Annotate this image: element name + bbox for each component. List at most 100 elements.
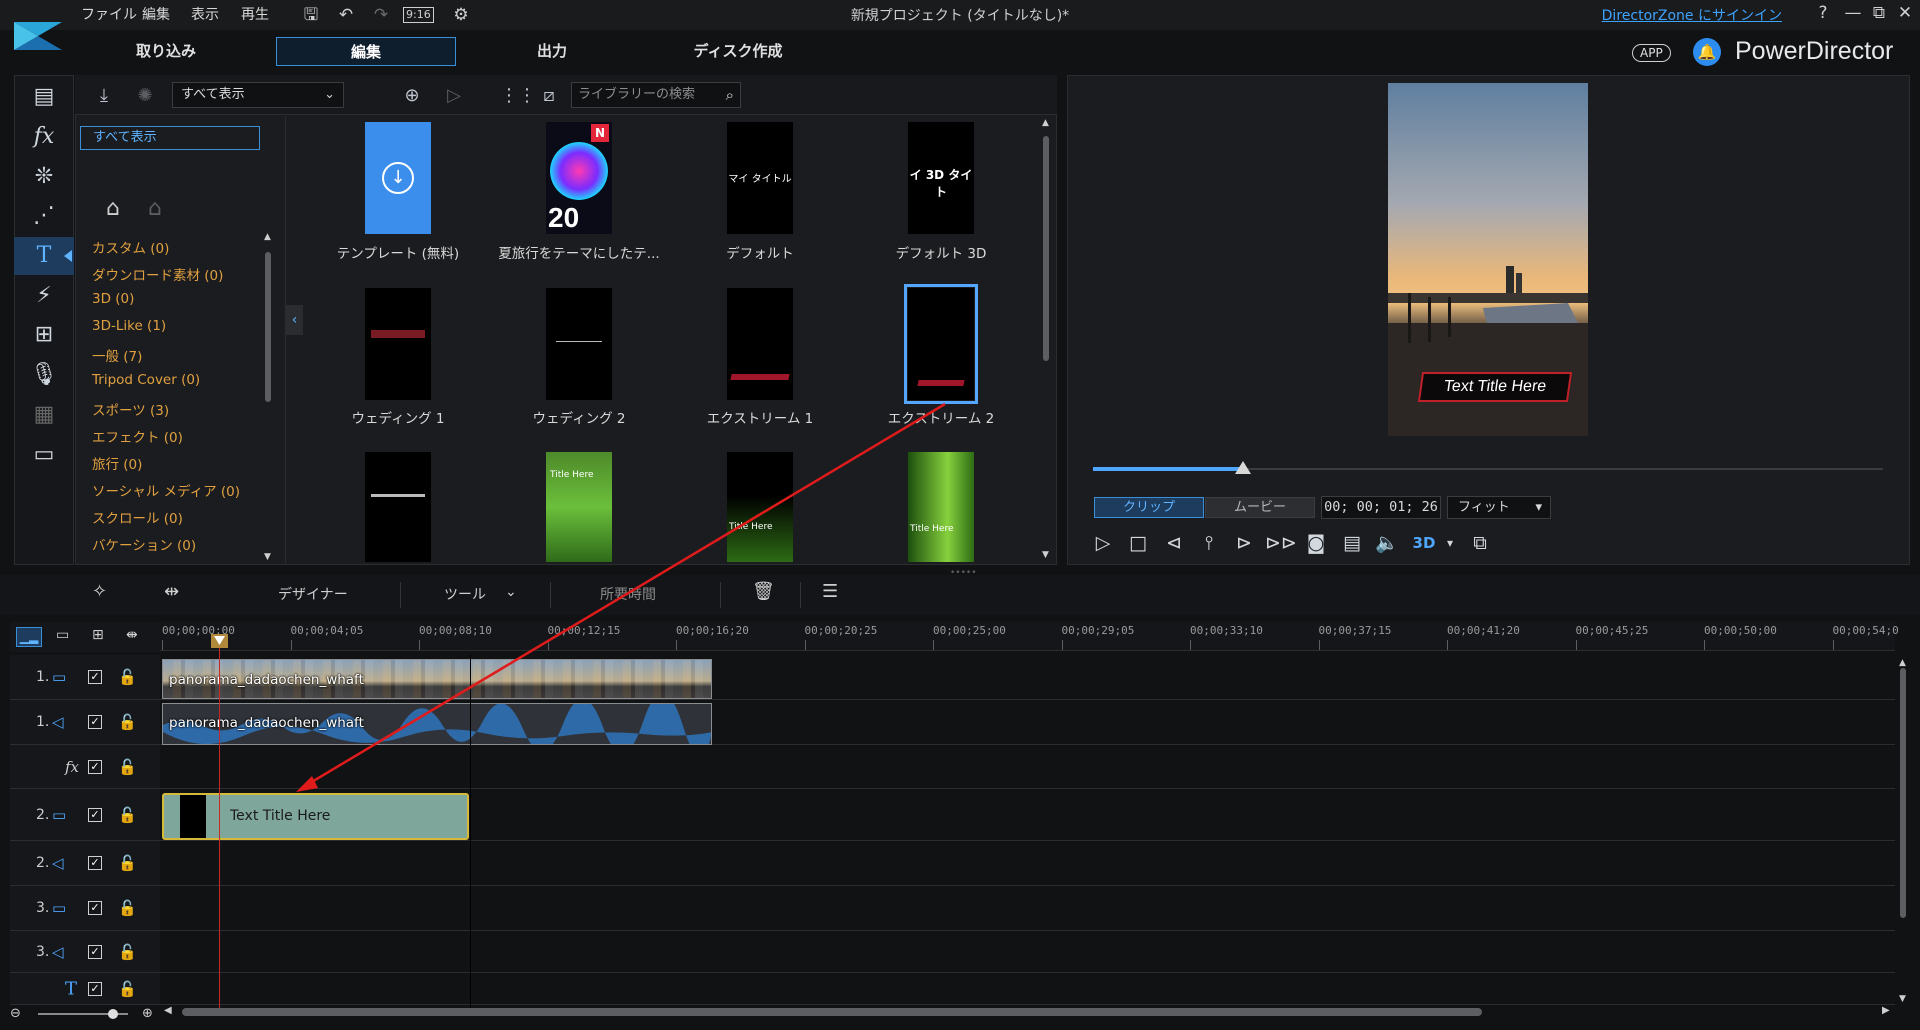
lock-icon[interactable]: 🔓 — [118, 943, 137, 961]
delete-trash-icon[interactable]: 🗑 — [752, 581, 775, 602]
menu-edit[interactable]: 編集 — [142, 4, 170, 24]
category-item[interactable]: バケーション (0) — [92, 534, 196, 554]
previous-frame-icon[interactable]: ⊲ — [1160, 530, 1188, 556]
notification-bell-icon[interactable]: 🔔 — [1693, 38, 1721, 66]
tab-produce[interactable]: 出力 — [462, 37, 642, 66]
designer-button[interactable]: デザイナー — [278, 584, 348, 604]
timecode-display[interactable]: 00; 00; 01; 26 — [1321, 496, 1441, 519]
lock-icon[interactable]: 🔓 — [118, 668, 137, 686]
preview-title-overlay[interactable]: Text Title Here — [1417, 372, 1573, 402]
track-enable-checkbox[interactable]: ✓ — [88, 981, 102, 996]
media-room-icon[interactable]: ▤ — [14, 78, 74, 116]
audio-clip[interactable]: panorama_dadaochen_whaft — [162, 703, 712, 745]
track-manager-icon[interactable]: ⊞ — [92, 627, 104, 643]
play-icon[interactable]: ▷ — [1089, 530, 1117, 556]
settings-gear-icon[interactable]: ⚙ — [450, 4, 472, 26]
storyboard-view-icon[interactable]: ▭ — [56, 627, 69, 643]
add-tag-icon[interactable]: ⌂ — [106, 196, 120, 221]
next-frame-icon[interactable]: ⊳ — [1230, 530, 1258, 556]
tab-import[interactable]: 取り込み — [76, 37, 256, 66]
grid-view-icon[interactable]: ⋮⋮ — [500, 84, 536, 108]
video-clip[interactable]: panorama_dadaochen_whaft — [162, 659, 712, 699]
template-grid-scrollbar[interactable]: ▲ ▼ — [1040, 118, 1052, 562]
external-display-icon[interactable]: ⧉ — [1466, 530, 1494, 556]
track-video-3[interactable] — [160, 886, 1895, 931]
template-thumbnail[interactable]: マイ タイトル — [727, 122, 793, 234]
track-fx[interactable] — [160, 745, 1895, 789]
import-media-icon[interactable]: ⤓ — [92, 84, 116, 108]
playhead-handle[interactable] — [211, 634, 228, 648]
subtitle-toggle-icon[interactable]: ▤ — [1338, 530, 1366, 556]
new-template-icon[interactable]: ⊕ — [400, 84, 424, 108]
audio-mixing-icon[interactable]: ⊞ — [14, 316, 74, 354]
download-content-icon[interactable]: ✺ — [133, 84, 157, 108]
clip-properties-icon[interactable]: ☰ — [822, 581, 838, 602]
template-thumbnail[interactable] — [727, 288, 793, 400]
zoom-out-icon[interactable]: ⊖ — [10, 1006, 21, 1021]
chapter-room-icon[interactable]: ▦ — [14, 396, 74, 434]
menu-play[interactable]: 再生 — [241, 4, 269, 24]
template-thumbnail[interactable] — [365, 288, 431, 400]
category-item[interactable]: スクロール (0) — [92, 507, 183, 527]
tools-menu-button[interactable]: ツール — [444, 584, 486, 604]
library-filter-select[interactable]: すべて表示 ⌄ — [172, 82, 344, 108]
category-item[interactable]: 一般 (7) — [92, 345, 142, 365]
close-button[interactable]: ✕ — [1892, 3, 1918, 27]
category-item[interactable]: エフェクト (0) — [92, 426, 183, 446]
zoom-slider-knob[interactable] — [108, 1009, 118, 1019]
timeline-horizontal-scrollbar[interactable]: ◀ ▶ — [160, 1005, 1895, 1019]
voice-over-icon[interactable]: 🎙 — [14, 356, 74, 394]
effects-room-icon[interactable]: fx — [14, 118, 74, 156]
template-thumbnail[interactable]: Title Here — [727, 452, 793, 562]
lock-icon[interactable]: 🔓 — [118, 980, 137, 998]
lock-icon[interactable]: 🔓 — [118, 713, 137, 731]
track-title[interactable] — [160, 973, 1895, 1005]
magic-tools-icon[interactable]: ✧ — [92, 581, 107, 602]
category-item[interactable]: 3D-Like (1) — [92, 318, 166, 334]
collapse-panel-button[interactable]: ‹ — [286, 305, 303, 335]
stop-icon[interactable]: □ — [1124, 530, 1152, 556]
fast-forward-icon[interactable]: ⊳⊳ — [1265, 530, 1297, 556]
template-thumbnail[interactable]: イ 3D タイト — [908, 122, 974, 234]
track-audio-2[interactable] — [160, 841, 1895, 886]
category-item[interactable]: スポーツ (3) — [92, 399, 169, 419]
preview-scrub-handle[interactable] — [1235, 461, 1252, 474]
title-clip[interactable]: Text Title Here — [162, 793, 469, 840]
search-icon[interactable]: ⌕ — [726, 83, 734, 107]
lock-icon[interactable]: 🔓 — [118, 899, 137, 917]
pip-objects-icon[interactable]: ❊ — [14, 158, 74, 196]
thumbnail-size-icon[interactable]: ⧄ — [537, 84, 561, 108]
split-icon[interactable]: ⫯ — [1195, 530, 1223, 556]
track-enable-checkbox[interactable]: ✓ — [88, 901, 102, 915]
help-button[interactable]: ? — [1810, 3, 1836, 27]
track-audio-3[interactable] — [160, 931, 1895, 973]
chevron-down-icon[interactable]: ⌄ — [505, 584, 517, 600]
timeline-view-icon[interactable]: ▁▂ — [16, 627, 42, 647]
category-item[interactable]: Tripod Cover (0) — [92, 372, 200, 388]
particle-room-icon[interactable]: ⋰ — [14, 197, 74, 235]
minimize-button[interactable]: — — [1840, 3, 1866, 27]
panel-resize-handle[interactable]: ••••• — [950, 568, 977, 578]
category-item[interactable]: ソーシャル メディア (0) — [92, 480, 240, 500]
directorzone-signin-link[interactable]: DirectorZone にサインイン — [1602, 5, 1782, 25]
template-thumbnail[interactable] — [365, 452, 431, 562]
lock-icon[interactable]: 🔓 — [118, 806, 137, 824]
category-item[interactable]: カスタム (0) — [92, 237, 169, 257]
snapshot-camera-icon[interactable]: ◙ — [1302, 530, 1330, 556]
lock-icon[interactable]: 🔓 — [118, 758, 137, 776]
tab-edit[interactable]: 編集 — [276, 37, 456, 66]
category-item[interactable]: 3D (0) — [92, 291, 134, 307]
timeline-zoom-slider[interactable]: ⊖ ⊕ — [10, 1006, 160, 1022]
track-enable-checkbox[interactable]: ✓ — [88, 670, 102, 684]
template-thumbnail[interactable] — [546, 288, 612, 400]
category-all[interactable]: すべて表示 — [80, 126, 260, 150]
timeline-vertical-scrollbar[interactable]: ▲ ▼ — [1898, 658, 1908, 1004]
app-badge[interactable]: APP — [1632, 44, 1671, 62]
tab-create-disc[interactable]: ディスク作成 — [648, 37, 828, 66]
redo-icon[interactable]: ↷ — [370, 4, 392, 26]
template-thumbnail[interactable]: Title Here — [546, 452, 612, 562]
3d-mode-icon[interactable]: 3D — [1410, 530, 1438, 556]
lock-icon[interactable]: 🔓 — [118, 854, 137, 872]
template-thumbnail[interactable]: Title Here — [908, 452, 974, 562]
menu-file[interactable]: ファイル — [81, 4, 137, 24]
